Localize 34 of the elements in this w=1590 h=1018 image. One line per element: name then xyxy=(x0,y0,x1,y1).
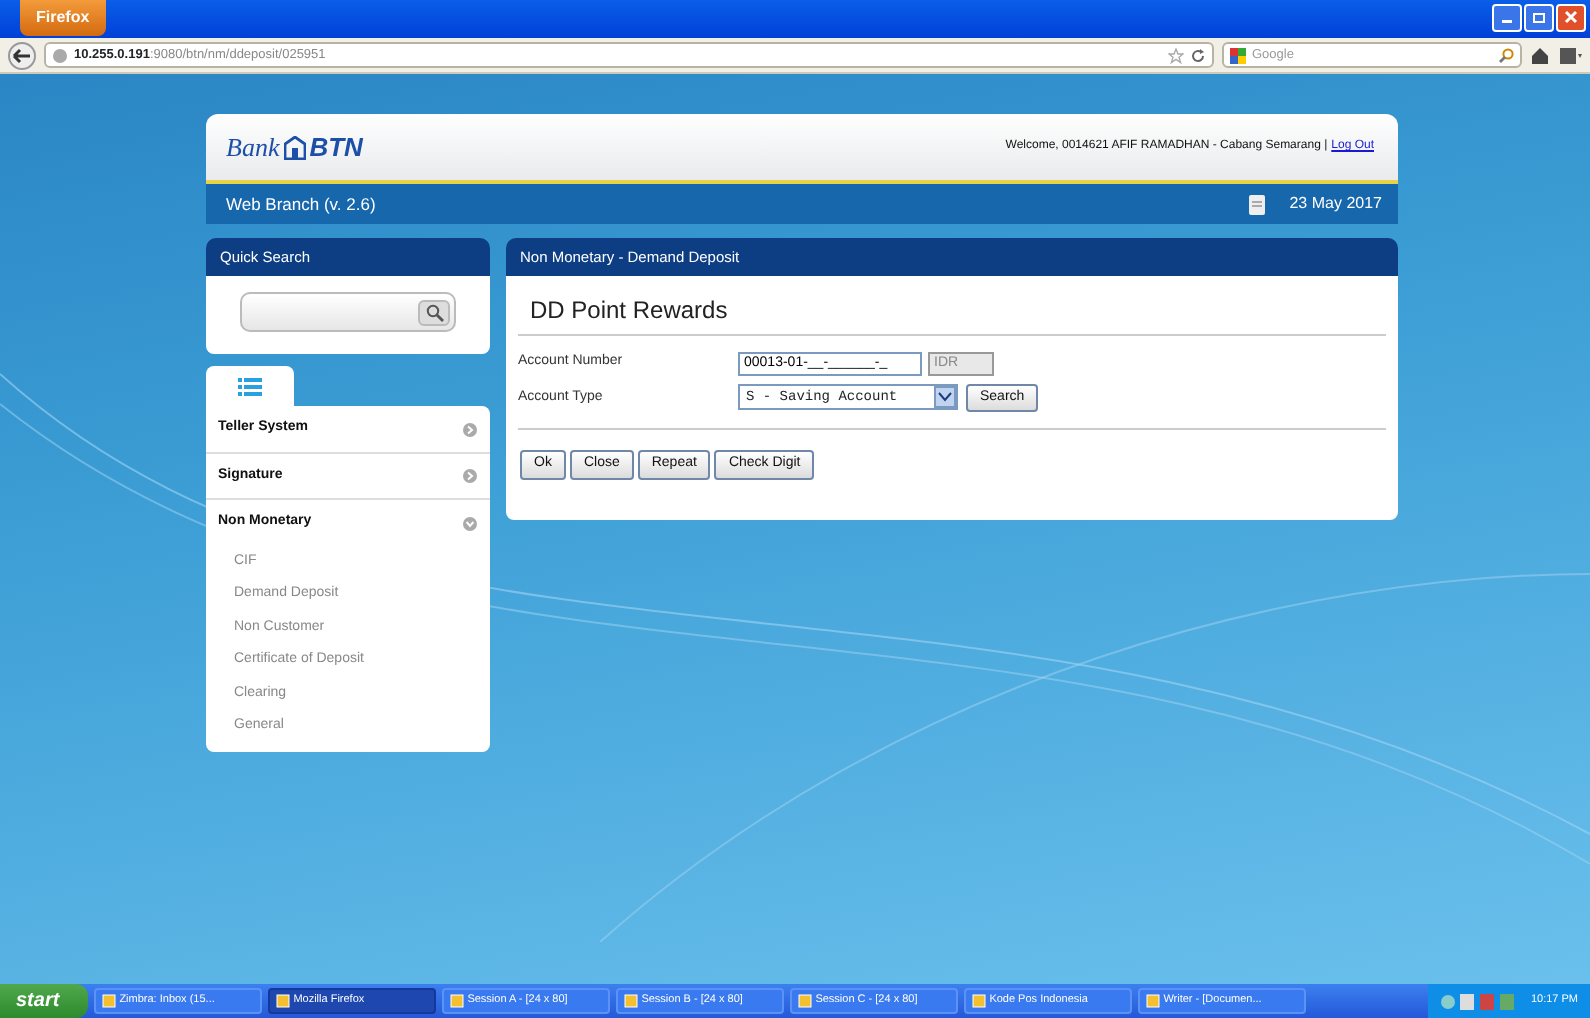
reload-icon[interactable] xyxy=(1190,47,1206,63)
window-icon xyxy=(797,994,812,1008)
note-icon[interactable] xyxy=(1247,193,1266,215)
window-icon xyxy=(275,994,290,1008)
form-title: DD Point Rewards xyxy=(518,276,1386,336)
back-icon[interactable] xyxy=(8,41,36,69)
search-icon xyxy=(425,303,443,322)
restore-button[interactable] xyxy=(1524,4,1554,32)
restore-icon xyxy=(1530,8,1548,27)
date-text: 23 May 2017 xyxy=(1289,192,1382,216)
logo-text: Bank xyxy=(226,129,280,166)
list-icon xyxy=(238,377,262,396)
app-name: Web Branch (v. 2.6) xyxy=(226,191,376,217)
window-icon xyxy=(623,994,638,1008)
firefox-menu-button[interactable]: Firefox xyxy=(20,0,106,36)
minimize-button[interactable] xyxy=(1492,4,1522,32)
search-icon[interactable] xyxy=(1498,47,1514,63)
logo-icon xyxy=(283,135,306,159)
home-icon[interactable] xyxy=(1530,45,1550,65)
dropdown-icon xyxy=(938,392,952,403)
close-icon xyxy=(1562,8,1580,27)
window-icon xyxy=(1145,994,1160,1008)
bookmarks-icon[interactable] xyxy=(1558,45,1582,65)
close-button[interactable] xyxy=(1556,4,1586,32)
quick-search-field[interactable] xyxy=(240,292,456,333)
window-icon xyxy=(101,994,116,1008)
star-icon[interactable] xyxy=(1168,47,1184,63)
start-button[interactable]: start xyxy=(0,984,88,1018)
logo-text: BTN xyxy=(309,129,363,166)
window-icon xyxy=(971,994,986,1008)
search-button[interactable] xyxy=(418,299,450,326)
menu-tab[interactable] xyxy=(206,366,294,407)
window-icon xyxy=(449,994,464,1008)
search-engine-icon xyxy=(1230,47,1246,63)
